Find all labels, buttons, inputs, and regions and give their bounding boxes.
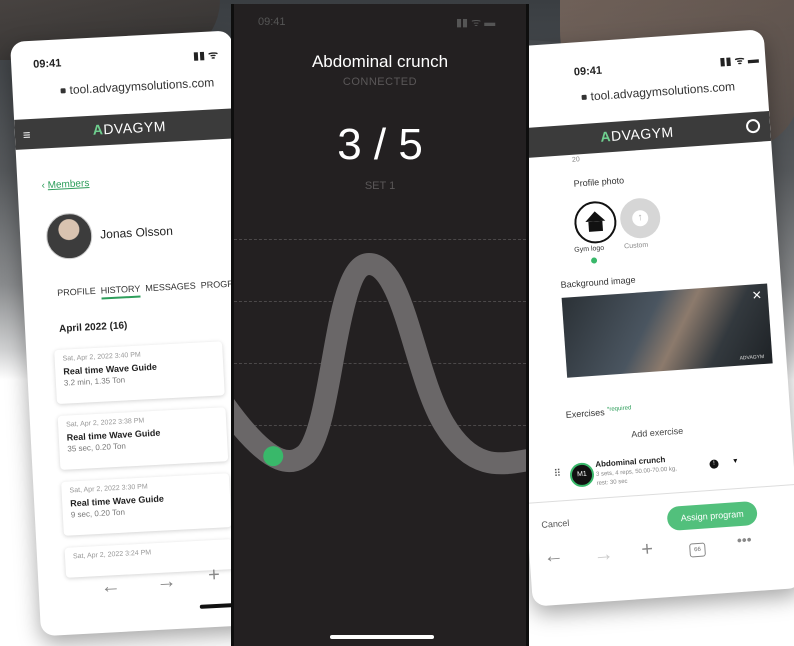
- progress-dot: [263, 446, 284, 467]
- selected-radio-indicator: [590, 257, 598, 264]
- center-phone-wave-guide: 09:41 ▮▮ ᯤ ▬ Abdominal crunch CONNECTED …: [231, 4, 529, 646]
- info-icon[interactable]: !: [709, 459, 719, 469]
- cancel-button[interactable]: Cancel: [541, 518, 570, 530]
- new-tab-plus-icon[interactable]: +: [641, 538, 654, 562]
- wave-guide-graphic: [234, 252, 526, 475]
- upload-cloud-icon: ↑: [631, 209, 649, 227]
- custom-label: Custom: [623, 241, 649, 251]
- forward-arrow-icon[interactable]: →: [593, 543, 615, 567]
- custom-photo-option[interactable]: ↑: [618, 196, 662, 240]
- status-time: 09:41: [573, 64, 603, 79]
- history-entry[interactable]: Sat, Apr 2, 2022 3:30 PM Real time Wave G…: [61, 473, 232, 536]
- url-text: tool.advagymsolutions.com: [590, 79, 736, 104]
- background-image-label: Background image: [560, 274, 636, 290]
- background-image-preview: ✕ ADVAGYM: [561, 283, 773, 378]
- wave-path: [234, 252, 526, 475]
- exercise-title: Abdominal crunch: [311, 52, 449, 71]
- lock-icon: [60, 88, 66, 94]
- forward-arrow-icon[interactable]: →: [156, 570, 177, 594]
- add-exercise-button[interactable]: Add exercise: [631, 426, 684, 440]
- advagym-logo: ADVAGYM: [92, 117, 167, 138]
- tabs-icon[interactable]: 66: [689, 542, 706, 558]
- close-icon[interactable]: ✕: [751, 288, 762, 303]
- lock-icon: [581, 94, 587, 101]
- address-bar[interactable]: tool.advagymsolutions.com: [60, 75, 215, 97]
- history-entry[interactable]: Sat, Apr 2, 2022 3:38 PM Real time Wave G…: [57, 407, 229, 470]
- month-header: April 2022 (16): [58, 320, 128, 335]
- left-phone-history: 09:41 ▮▮ ᯤ tool.advagymsolutions.com ≡ A…: [10, 30, 263, 637]
- home-indicator: [330, 635, 434, 639]
- advagym-logo: ADVAGYM: [599, 123, 675, 145]
- back-to-members-link[interactable]: ‹ Members: [41, 178, 89, 191]
- new-tab-plus-icon[interactable]: +: [208, 564, 221, 588]
- tab-messages[interactable]: MESSAGES: [145, 281, 196, 294]
- tab-profile[interactable]: PROFILE: [57, 286, 96, 298]
- chevron-down-icon[interactable]: ▾: [733, 456, 738, 465]
- status-time: 09:41: [258, 16, 286, 28]
- connection-status: CONNECTED: [342, 76, 418, 88]
- menu-icon[interactable]: ≡: [22, 127, 30, 142]
- address-bar[interactable]: tool.advagymsolutions.com: [581, 79, 735, 104]
- back-arrow-icon[interactable]: ←: [543, 544, 565, 568]
- url-text: tool.advagymsolutions.com: [69, 75, 215, 97]
- divider: [525, 484, 794, 504]
- exercises-label: Exercises *required: [565, 405, 632, 420]
- member-tabs: PROFILE HISTORY MESSAGES PROGRA: [57, 278, 240, 300]
- back-arrow-icon[interactable]: ←: [100, 575, 121, 599]
- signal-icon: ▮▮ ᯤ: [192, 49, 219, 63]
- assign-program-button[interactable]: Assign program: [666, 500, 758, 532]
- exercise-rest: rest: 30 sec: [596, 478, 628, 487]
- avatar: [45, 211, 94, 261]
- drag-handle-icon[interactable]: ⠿: [554, 468, 562, 479]
- profile-photo-label: Profile photo: [573, 175, 625, 189]
- member-name: Jonas Olsson: [99, 223, 174, 242]
- gym-logo-label: Gym logo: [574, 244, 605, 254]
- app-bar: ≡ ADVAGYM: [14, 108, 238, 150]
- tab-history[interactable]: HISTORY: [100, 283, 141, 300]
- image-watermark: ADVAGYM: [739, 353, 765, 362]
- gym-logo-option[interactable]: [572, 199, 618, 245]
- set-label: SET 1: [364, 180, 396, 192]
- right-phone-assign-program: 09:41 ▮▮ ᯤ ▬ tool.advagymsolutions.com ≡…: [494, 29, 794, 607]
- house-icon-body: [588, 220, 604, 232]
- partial-field-value: 20: [571, 156, 581, 164]
- exercise-machine-badge: M1: [569, 462, 595, 488]
- status-time: 09:41: [32, 57, 62, 71]
- signal-icon: ▮▮ ᯤ ▬: [719, 53, 760, 69]
- history-entry[interactable]: Sat, Apr 2, 2022 3:40 PM Real time Wave G…: [54, 341, 225, 405]
- more-options-icon[interactable]: •••: [736, 531, 752, 548]
- user-account-icon[interactable]: [745, 118, 761, 134]
- rep-counter: 3 / 5: [337, 120, 423, 169]
- signal-battery-icon: ▮▮ ᯤ ▬: [456, 17, 496, 29]
- app-bar: ≡ ADVAGYM: [499, 110, 772, 160]
